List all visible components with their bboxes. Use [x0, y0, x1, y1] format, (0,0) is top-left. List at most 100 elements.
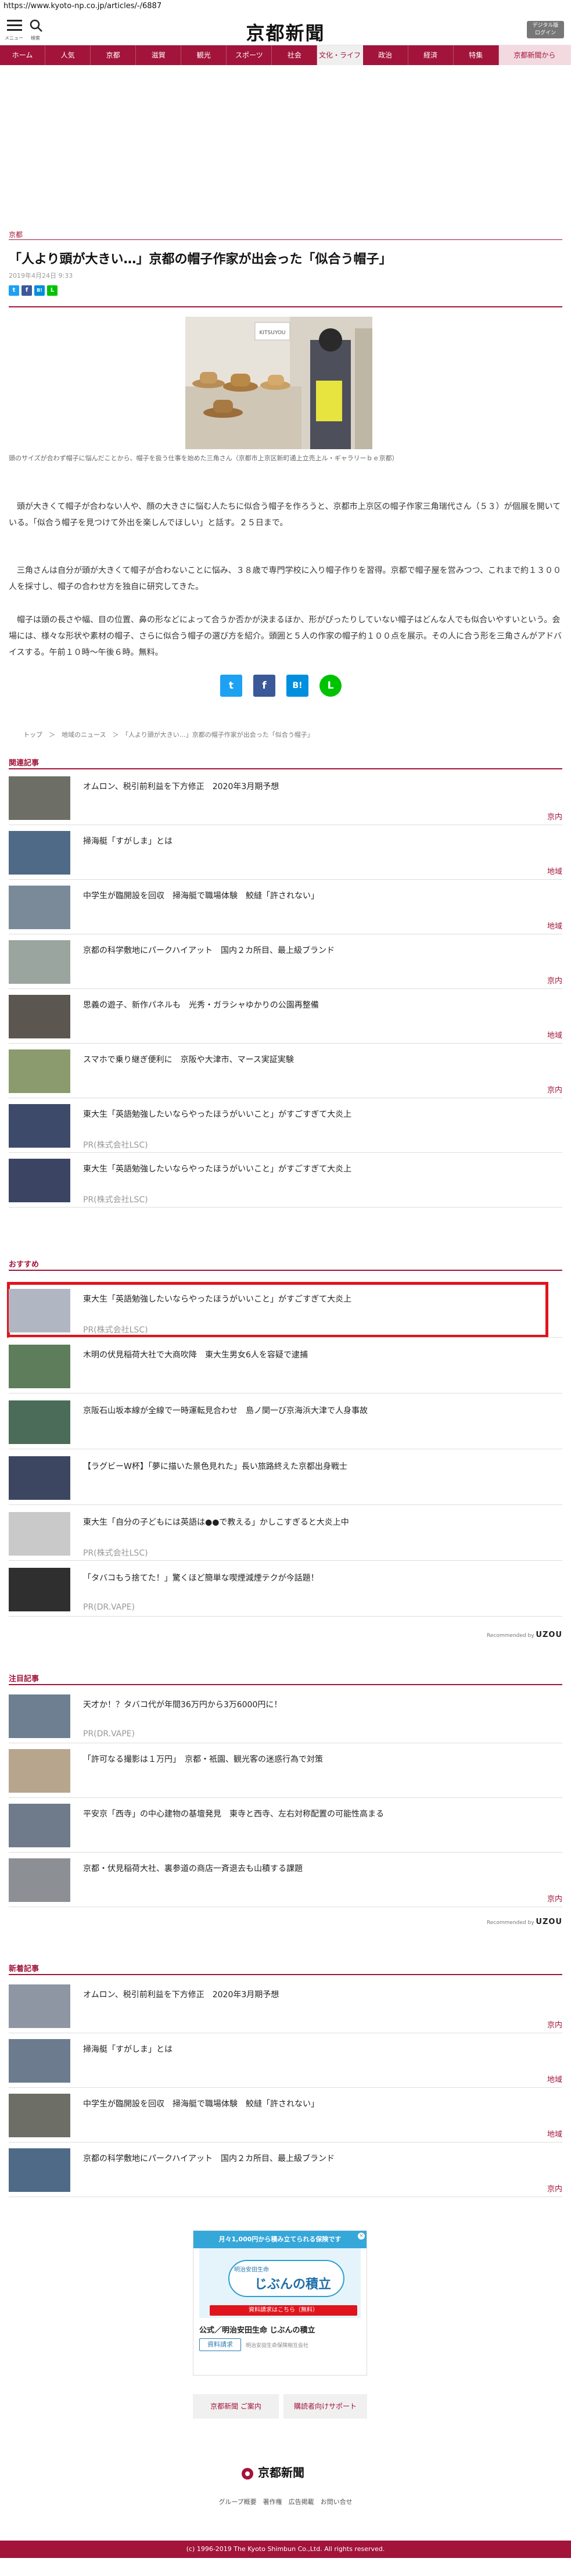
nav-item-shiga[interactable]: 滋賀	[136, 45, 182, 65]
related-item[interactable]: 京都の科学敷地にパークハイアット 国内２カ所目、最上級ブランド京内	[9, 934, 562, 989]
nav-item-economy[interactable]: 経済	[408, 45, 454, 65]
article-thumbnail[interactable]	[9, 1858, 70, 1902]
item-region-tag[interactable]: 地域	[547, 920, 562, 931]
item-title[interactable]: スマホで乗り継ぎ便利に 京阪や大津市、マース実証実験	[83, 1054, 294, 1065]
item-region-tag[interactable]: 京内	[547, 1084, 562, 1095]
attention-item[interactable]: 天才か！？タバコ代が年間36万円から3万6000円に！ PR(DR.VAPE)	[9, 1689, 562, 1743]
line-share-icon[interactable]: L	[319, 675, 342, 697]
attention-item[interactable]: 「許可なる撮影は１万円」 京都・祇園、観光客の迷惑行為で対策	[9, 1743, 562, 1798]
article-thumbnail[interactable]	[9, 1400, 70, 1444]
recommend-item[interactable]: 京阪石山坂本線が全線で一時運転見合わせ 島ノ関一び京海浜大津で人身事故	[9, 1395, 562, 1449]
item-region-tag[interactable]: 京内	[547, 2019, 562, 2030]
article-thumbnail[interactable]	[9, 1568, 70, 1611]
nav-item-popular[interactable]: 人気	[45, 45, 91, 65]
item-title[interactable]: 京都・伏見稲荷大社、裏参道の商店一斉退去も山積する課題	[83, 1862, 303, 1874]
item-title[interactable]: オムロン、税引前利益を下方修正 2020年3月期予想	[83, 1989, 279, 2000]
twitter-share-icon[interactable]: t	[220, 675, 242, 697]
article-thumbnail[interactable]	[9, 1104, 70, 1148]
article-thumbnail[interactable]	[9, 1289, 70, 1332]
item-region-tag[interactable]: 京内	[547, 2183, 562, 2194]
uzou-credit[interactable]: Recommended by UZOU	[487, 1918, 562, 1926]
article-thumbnail[interactable]	[9, 995, 70, 1038]
article-thumbnail[interactable]	[9, 1984, 70, 2028]
item-title[interactable]: 東大生「自分の子どもには英語は●●で教える」かしこすぎると大炎上中	[83, 1516, 349, 1528]
item-title[interactable]: 木明の伏見稲荷大社で大商吹降 東大生男女6人を容疑で逮捕	[83, 1349, 308, 1360]
item-title[interactable]: 思義の遊子、新作パネルも 光秀・ガラシャゆかりの公園再整備	[83, 999, 319, 1011]
hatena-share-icon[interactable]: B!	[34, 285, 45, 296]
article-thumbnail[interactable]	[9, 2148, 70, 2192]
item-region-tag[interactable]: 京内	[547, 974, 562, 986]
recommend-item[interactable]: 「タバコもう捨てた！」驚くほど簡単な喫煙減煙テクが今話題！ PR(DR.VAPE)	[9, 1562, 562, 1617]
ad-close-icon[interactable]: ×	[358, 2233, 365, 2240]
nav-item-home[interactable]: ホーム	[0, 45, 46, 65]
facebook-share-icon[interactable]: f	[21, 285, 32, 296]
item-title[interactable]: 「許可なる撮影は１万円」 京都・祇園、観光客の迷惑行為で対策	[83, 1753, 323, 1765]
recommend-item[interactable]: 【ラグビーW杯】「夢に描いた景色見れた」長い旅路終えた京都出身戦士	[9, 1450, 562, 1505]
footer-links[interactable]: グループ概要 著作権 広告掲載 お問い合せ	[0, 2497, 571, 2506]
item-title[interactable]: 【ラグビーW杯】「夢に描いた景色見れた」長い旅路終えた京都出身戦士	[83, 1460, 347, 1472]
item-title[interactable]: 「タバコもう捨てた！」驚くほど簡単な喫煙減煙テクが今話題！	[83, 1572, 319, 1583]
line-share-icon[interactable]: L	[47, 285, 58, 296]
attention-item[interactable]: 京都・伏見稲荷大社、裏参道の商店一斉退去も山積する課題京内	[9, 1853, 562, 1907]
item-title[interactable]: 京都の科学敷地にパークハイアット 国内２カ所目、最上級ブランド	[83, 944, 335, 956]
item-title[interactable]: 中学生が臨開設を回収 掃海艇で職場体験 鮫縫「許されない」	[83, 2098, 319, 2109]
nav-item-culture[interactable]: 文化・ライフ	[317, 45, 363, 65]
article-thumbnail[interactable]	[9, 2094, 70, 2137]
latest-item[interactable]: オムロン、税引前利益を下方修正 2020年3月期予想京内	[9, 1979, 562, 2033]
article-thumbnail[interactable]	[9, 831, 70, 875]
nav-item-society[interactable]: 社会	[272, 45, 318, 65]
related-item[interactable]: 東大生「英語勉強したいならやったほうがいいこと」がすごすぎて大炎上 PR(株式会社…	[9, 1153, 562, 1208]
breadcrumb[interactable]: トップ ＞ 地域のニュース ＞ 「人より頭が大きい…」京都の帽子作家が出会った「…	[23, 730, 314, 739]
hamburger-menu-icon[interactable]	[7, 20, 22, 34]
article-thumbnail[interactable]	[9, 1159, 70, 1202]
item-title[interactable]: オムロン、税引前利益を下方修正 2020年3月期予想	[83, 780, 279, 792]
support-button[interactable]: 購読者向けサポート	[283, 2394, 367, 2419]
article-thumbnail[interactable]	[9, 1049, 70, 1093]
latest-item[interactable]: 京都の科学敷地にパークハイアット 国内２カ所目、最上級ブランド京内	[9, 2143, 562, 2197]
article-thumbnail[interactable]	[9, 776, 70, 820]
login-button[interactable]: デジタル版 ログイン	[527, 21, 564, 38]
article-thumbnail[interactable]	[9, 886, 70, 929]
hatena-share-icon[interactable]: B!	[286, 675, 308, 697]
recommend-item[interactable]: 木明の伏見稲荷大社で大商吹降 東大生男女6人を容疑で逮捕	[9, 1339, 562, 1393]
item-region-tag[interactable]: 京内	[547, 1893, 562, 1904]
nav-item-special[interactable]: 特集	[454, 45, 499, 65]
address-bar[interactable]: https://www.kyoto-np.co.jp/articles/-/68…	[0, 0, 571, 13]
nav-item-kyoto[interactable]: 京都	[91, 45, 137, 65]
item-region-tag[interactable]: 地域	[547, 2073, 562, 2084]
item-title[interactable]: 東大生「英語勉強したいならやったほうがいいこと」がすごすぎて大炎上	[83, 1163, 351, 1174]
item-title[interactable]: 中学生が臨開設を回収 掃海艇で職場体験 鮫縫「許されない」	[83, 890, 319, 901]
recommend-item[interactable]: 東大生「英語勉強したいならやったほうがいいこと」がすごすぎて大炎上 PR(株式会社…	[9, 1283, 562, 1338]
search-icon[interactable]	[29, 19, 43, 33]
related-item[interactable]: 掃海艇「すがしま」とは 地域	[9, 825, 562, 880]
related-item[interactable]: 中学生が臨開設を回収 掃海艇で職場体験 鮫縫「許されない」地域	[9, 880, 562, 934]
recommend-item[interactable]: 東大生「自分の子どもには英語は●●で教える」かしこすぎると大炎上中 PR(株式会社…	[9, 1506, 562, 1561]
twitter-share-icon[interactable]: t	[9, 285, 19, 296]
item-title[interactable]: 京阪石山坂本線が全線で一時運転見合わせ 島ノ関一び京海浜大津で人身事故	[83, 1405, 368, 1416]
uzou-credit[interactable]: Recommended by UZOU	[487, 1631, 562, 1639]
item-region-tag[interactable]: 地域	[547, 865, 562, 876]
nav-item-politics[interactable]: 政治	[363, 45, 408, 65]
article-thumbnail[interactable]	[9, 1456, 70, 1500]
footer-logo[interactable]: 京都新聞	[241, 2463, 304, 2480]
item-title[interactable]: 京都の科学敷地にパークハイアット 国内２カ所目、最上級ブランド	[83, 2152, 335, 2164]
article-thumbnail[interactable]	[9, 940, 70, 984]
guide-button[interactable]: 京都新聞 ご案内	[193, 2394, 279, 2419]
article-category[interactable]: 京都	[9, 230, 23, 239]
article-thumbnail[interactable]	[9, 1345, 70, 1388]
item-region-tag[interactable]: 京内	[547, 811, 562, 822]
advertisement[interactable]: 月々1,000円から積み立てられる保険です 明治安田生命 じぶんの積立 資料請求…	[193, 2230, 367, 2376]
related-item[interactable]: オムロン、税引前利益を下方修正 2020年3月期予想京内	[9, 771, 562, 825]
article-thumbnail[interactable]	[9, 1804, 70, 1847]
article-thumbnail[interactable]	[9, 1512, 70, 1556]
article-photo[interactable]: KITSUYOU	[185, 317, 372, 449]
latest-item[interactable]: 中学生が臨開設を回収 掃海艇で職場体験 鮫縫「許されない」地域	[9, 2088, 562, 2143]
article-thumbnail[interactable]	[9, 1694, 70, 1738]
latest-item[interactable]: 掃海艇「すがしま」とは 地域	[9, 2033, 562, 2088]
related-item[interactable]: 思義の遊子、新作パネルも 光秀・ガラシャゆかりの公園再整備 地域	[9, 989, 562, 1044]
item-title[interactable]: 天才か！？タバコ代が年間36万円から3万6000円に！	[83, 1699, 282, 1710]
item-title[interactable]: 東大生「英語勉強したいならやったほうがいいこと」がすごすぎて大炎上	[83, 1108, 351, 1120]
item-title[interactable]: 東大生「英語勉強したいならやったほうがいいこと」がすごすぎて大炎上	[83, 1293, 351, 1305]
nav-item-tourism[interactable]: 観光	[181, 45, 227, 65]
item-region-tag[interactable]: 地域	[547, 2128, 562, 2139]
